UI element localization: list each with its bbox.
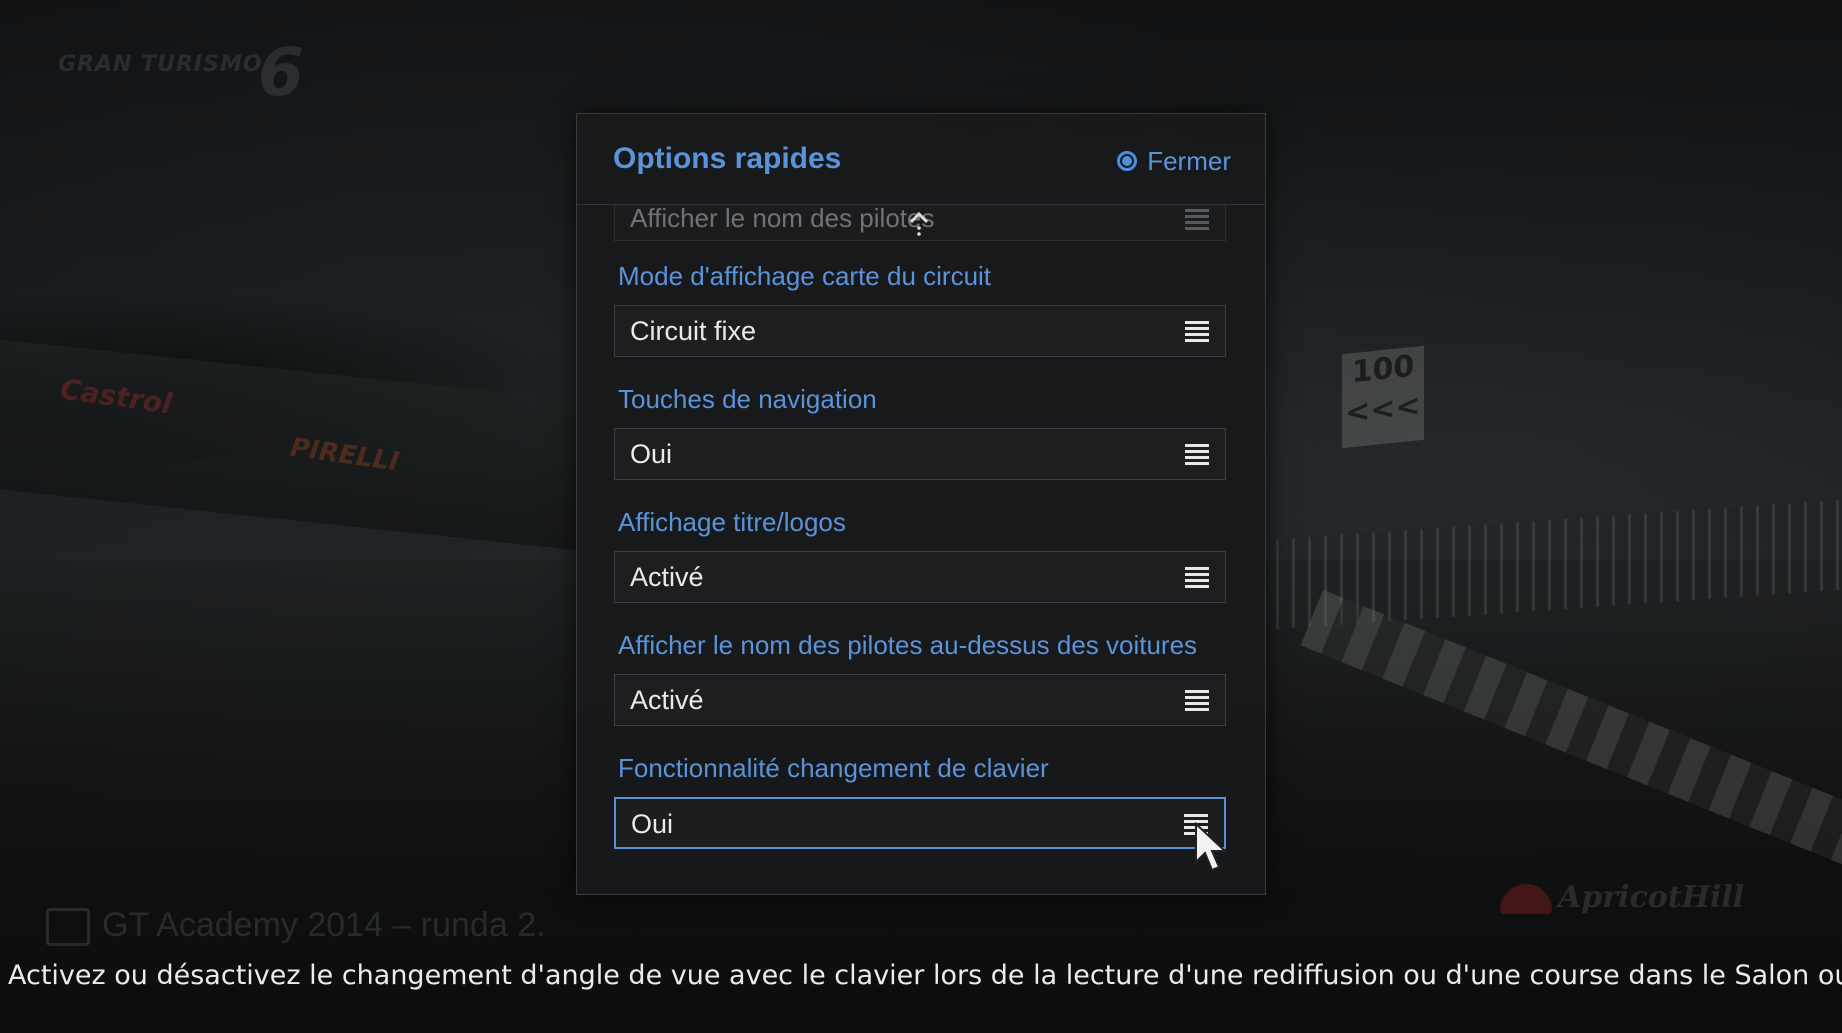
distance-sign: 100 <<< <box>1342 345 1424 449</box>
close-button-label: Fermer <box>1147 145 1231 176</box>
calendar-icon <box>46 908 90 947</box>
game-logo: GRAN TURISMO 6 <box>58 34 304 111</box>
select-value-nav-keys: Oui <box>630 439 673 469</box>
dialog-header: Options rapides Fermer <box>577 114 1265 205</box>
select-title-logos[interactable]: Activé <box>614 551 1226 603</box>
select-map-mode[interactable]: Circuit fixe <box>614 305 1226 357</box>
event-title-text: GT Academy 2014 – runda 2. <box>102 906 546 944</box>
field-label-keyboard-switch: Fonctionnalité changement de clavier <box>618 753 1049 783</box>
help-hint-text: Activez ou désactivez le changement d'an… <box>8 960 1842 991</box>
venue-logo-text: ApricotHill <box>1558 880 1745 915</box>
game-screen: Castrol PIRELLI 100 <<< GRAN TURISMO 6 A… <box>0 0 1842 1033</box>
menu-lines-icon <box>1185 321 1209 343</box>
venue-logo-mark <box>1500 884 1552 914</box>
select-value-map-mode: Circuit fixe <box>630 316 757 346</box>
partial-select-value: Afficher le nom des pilotes <box>630 205 935 233</box>
game-logo-number: 6 <box>258 34 305 111</box>
field-label-title-logos: Affichage titre/logos <box>618 507 846 537</box>
venue-logo: ApricotHill <box>1500 880 1744 915</box>
circle-button-icon <box>1117 151 1138 171</box>
scroll-up-arrow-icon[interactable] <box>907 208 931 238</box>
select-driver-names[interactable]: Activé <box>614 674 1226 726</box>
close-button[interactable]: Fermer <box>1117 144 1231 178</box>
field-label-nav-keys: Touches de navigation <box>618 384 877 414</box>
select-value-title-logos: Activé <box>630 562 704 592</box>
dialog-title: Options rapides <box>613 142 842 175</box>
select-nav-keys[interactable]: Oui <box>614 428 1226 480</box>
menu-lines-icon <box>1185 209 1209 231</box>
options-list[interactable]: Afficher le nom des pilotes Mode d'affic… <box>577 205 1265 894</box>
game-logo-text: GRAN TURISMO <box>58 52 263 77</box>
field-label-driver-names: Afficher le nom des pilotes au-dessus de… <box>618 630 1198 660</box>
menu-lines-icon <box>1185 567 1209 589</box>
distance-sign-arrows: <<< <box>1345 388 1421 431</box>
select-value-keyboard-switch: Oui <box>631 809 674 839</box>
field-label-map-mode: Mode d'affichage carte du circuit <box>618 261 992 291</box>
menu-lines-icon <box>1185 690 1209 712</box>
select-keyboard-switch[interactable]: Oui <box>614 797 1226 849</box>
menu-lines-icon <box>1185 444 1209 466</box>
event-title: GT Academy 2014 – runda 2. <box>46 906 546 947</box>
select-value-driver-names: Activé <box>630 685 704 715</box>
mouse-pointer-icon <box>1195 822 1228 872</box>
